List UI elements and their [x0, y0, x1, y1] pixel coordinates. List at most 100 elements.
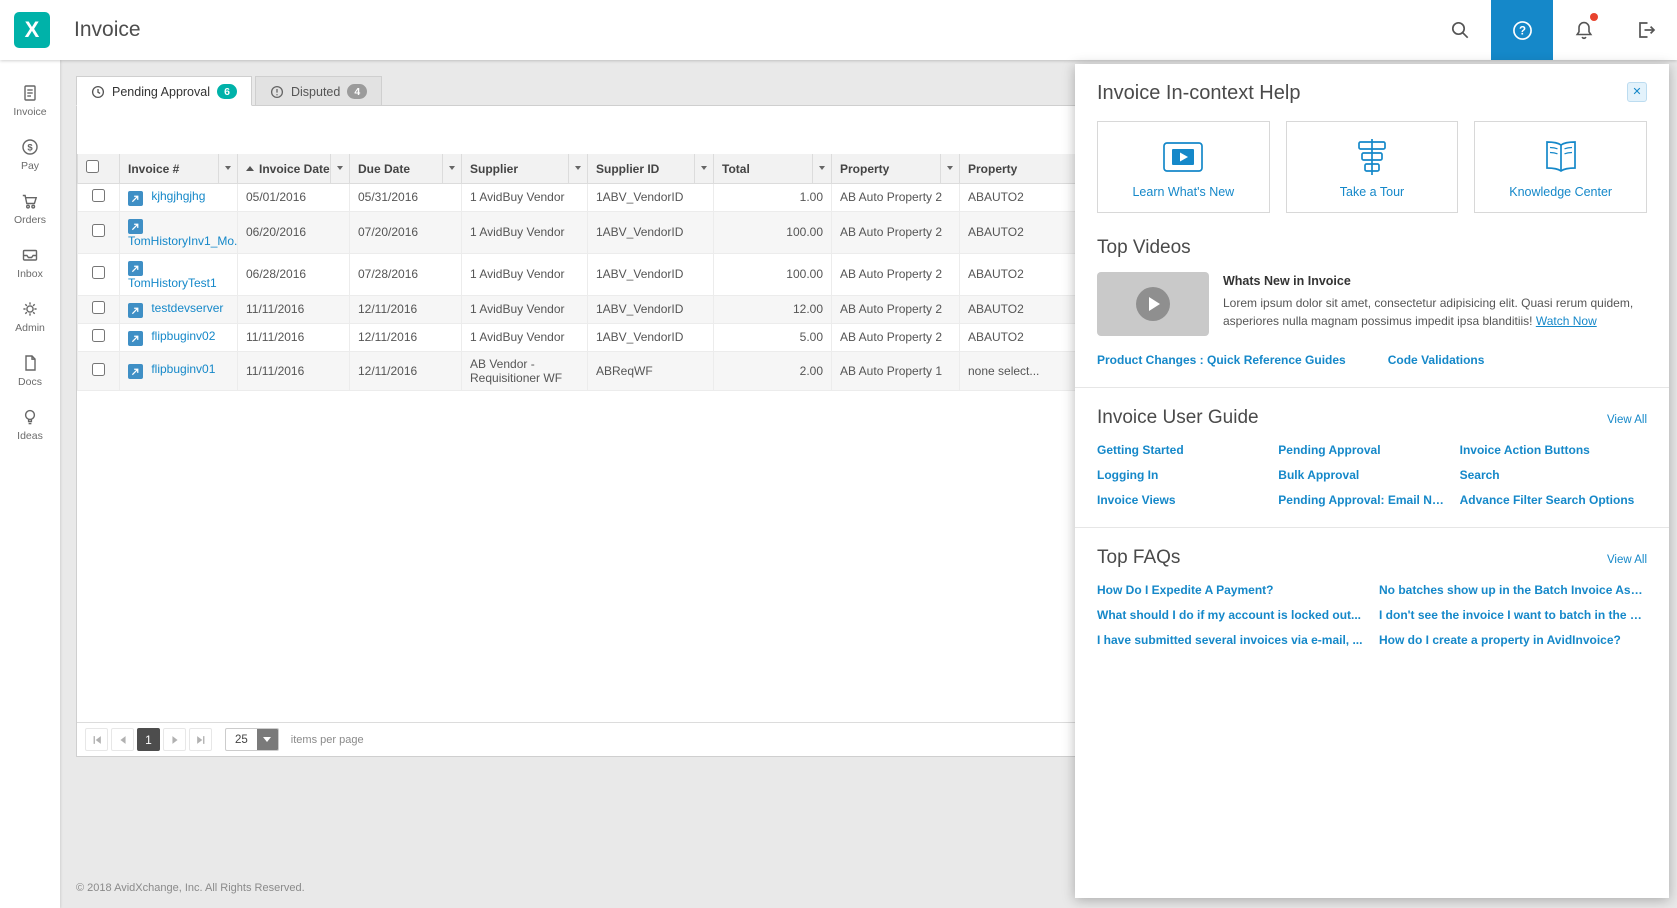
column-header-property[interactable]: Property	[831, 154, 960, 184]
open-invoice-icon[interactable]	[128, 330, 143, 346]
video-thumbnail[interactable]	[1097, 272, 1209, 336]
prev-page-button[interactable]	[111, 728, 134, 751]
row-checkbox[interactable]	[92, 362, 105, 376]
tab-disputed[interactable]: Disputed 4	[255, 76, 383, 106]
guide-link[interactable]: Search	[1460, 468, 1647, 482]
page-size-dropdown-button[interactable]	[256, 729, 278, 750]
sidebar-item-inbox[interactable]: Inbox	[0, 236, 60, 290]
sidebar-item-ideas[interactable]: Ideas	[0, 398, 60, 452]
row-checkbox[interactable]	[92, 301, 105, 314]
app-logo[interactable]: X	[14, 12, 50, 48]
sidebar-item-invoice[interactable]: Invoice	[0, 74, 60, 128]
guide-link[interactable]: Getting Started	[1097, 443, 1264, 457]
sidebar-item-docs[interactable]: Docs	[0, 344, 60, 398]
sidebar-item-orders[interactable]: Orders	[0, 182, 60, 236]
row-checkbox[interactable]	[92, 266, 105, 279]
column-menu-button[interactable]	[812, 154, 831, 183]
faq-link[interactable]: How do I create a property in AvidInvoic…	[1379, 633, 1647, 647]
supplier-cell: AB Vendor - Requisitioner WF	[461, 351, 588, 391]
tour-icon	[1358, 138, 1386, 175]
tab-label: Disputed	[291, 84, 341, 99]
row-checkbox[interactable]	[92, 224, 105, 237]
product-changes-link[interactable]: Product Changes : Quick Reference Guides	[1097, 353, 1346, 367]
column-label: Supplier	[470, 161, 519, 176]
faq-link[interactable]: How Do I Expedite A Payment?	[1097, 583, 1365, 597]
row-checkbox[interactable]	[92, 329, 105, 342]
guide-link[interactable]: Bulk Approval	[1278, 468, 1445, 482]
guide-link[interactable]: Logging In	[1097, 468, 1264, 482]
chevron-down-icon	[263, 737, 272, 742]
first-page-icon	[93, 735, 101, 744]
divider	[1075, 387, 1669, 388]
guide-link[interactable]: Invoice Action Buttons	[1460, 443, 1647, 457]
guide-link[interactable]: Pending Approval	[1278, 443, 1445, 457]
open-invoice-icon[interactable]	[128, 302, 143, 318]
search-button[interactable]	[1429, 0, 1491, 60]
logout-button[interactable]	[1615, 0, 1677, 60]
column-header-invoice-date[interactable]: Invoice Date	[237, 154, 350, 184]
user-guide-view-all-link[interactable]: View All	[1607, 414, 1647, 426]
watch-now-link[interactable]: Watch Now	[1536, 314, 1597, 328]
last-page-button[interactable]	[189, 728, 212, 751]
sidebar-item-admin[interactable]: Admin	[0, 290, 60, 344]
column-header-invoice-number[interactable]: Invoice #	[119, 154, 238, 184]
faq-link[interactable]: No batches show up in the Batch Invoice …	[1379, 583, 1647, 597]
invoice-number-link[interactable]: TomHistoryInv1_Mo...	[128, 234, 237, 248]
faq-link[interactable]: What should I do if my account is locked…	[1097, 608, 1365, 622]
learn-whats-new-card[interactable]: Learn What's New	[1097, 121, 1270, 213]
invoice-date-cell: 06/20/2016	[237, 211, 350, 254]
current-page-button[interactable]: 1	[137, 728, 160, 751]
inbox-icon	[22, 249, 38, 261]
column-label: Due Date	[358, 161, 411, 176]
column-menu-button[interactable]	[218, 154, 237, 183]
help-card-label: Take a Tour	[1339, 184, 1405, 199]
first-page-button[interactable]	[85, 728, 108, 751]
column-header-due-date[interactable]: Due Date	[349, 154, 462, 184]
select-all-checkbox[interactable]	[86, 160, 99, 174]
column-menu-button[interactable]	[442, 154, 461, 183]
due-date-cell: 05/31/2016	[349, 183, 462, 212]
invoice-number-link[interactable]: testdevserver	[151, 301, 223, 315]
search-icon	[1451, 21, 1469, 39]
row-checkbox[interactable]	[92, 189, 105, 202]
help-icon: ?	[1512, 20, 1532, 40]
faq-link[interactable]: I have submitted several invoices via e-…	[1097, 633, 1365, 647]
page-size-select[interactable]: 25	[225, 728, 279, 751]
knowledge-center-card[interactable]: Knowledge Center	[1474, 121, 1648, 213]
guide-link[interactable]: Pending Approval: Email No...	[1278, 493, 1445, 507]
faqs-view-all-link[interactable]: View All	[1607, 554, 1647, 566]
guide-link[interactable]: Invoice Views	[1097, 493, 1264, 507]
open-invoice-icon[interactable]	[128, 218, 143, 234]
code-validations-link[interactable]: Code Validations	[1388, 353, 1485, 367]
open-invoice-icon[interactable]	[128, 260, 143, 276]
sidebar-item-label: Inbox	[17, 268, 43, 280]
take-a-tour-card[interactable]: Take a Tour	[1285, 121, 1459, 213]
invoice-number-link[interactable]: kjhgjhgjhg	[151, 189, 205, 203]
column-menu-button[interactable]	[940, 154, 959, 183]
next-page-button[interactable]	[163, 728, 186, 751]
invoice-number-link[interactable]: flipbuginv02	[151, 329, 215, 343]
column-menu-button[interactable]	[694, 154, 713, 183]
column-header-total[interactable]: Total	[713, 154, 832, 184]
invoice-number-link[interactable]: flipbuginv01	[151, 362, 215, 376]
invoice-number-link[interactable]: TomHistoryTest1	[128, 276, 217, 290]
guide-link[interactable]: Advance Filter Search Options	[1460, 493, 1647, 507]
sidebar-item-pay[interactable]: $ Pay	[0, 128, 60, 182]
column-header-supplier-id[interactable]: Supplier ID	[587, 154, 714, 184]
invoice-icon	[24, 85, 36, 101]
notifications-button[interactable]	[1553, 0, 1615, 60]
open-invoice-icon[interactable]	[128, 190, 143, 206]
column-menu-button[interactable]	[330, 154, 349, 183]
tab-pending-approval[interactable]: Pending Approval 6	[76, 76, 252, 106]
close-help-panel-button[interactable]: ✕	[1627, 82, 1647, 102]
faq-link[interactable]: I don't see the invoice I want to batch …	[1379, 608, 1647, 622]
pay-icon: $	[22, 139, 38, 155]
tab-badge: 4	[347, 84, 368, 99]
play-button-icon	[1136, 287, 1170, 321]
open-invoice-icon[interactable]	[128, 364, 143, 379]
help-button[interactable]: ?	[1491, 0, 1553, 60]
sidebar-item-label: Ideas	[17, 430, 43, 442]
column-menu-button[interactable]	[568, 154, 587, 183]
column-header-supplier[interactable]: Supplier	[461, 154, 588, 184]
help-card-label: Knowledge Center	[1509, 184, 1613, 199]
